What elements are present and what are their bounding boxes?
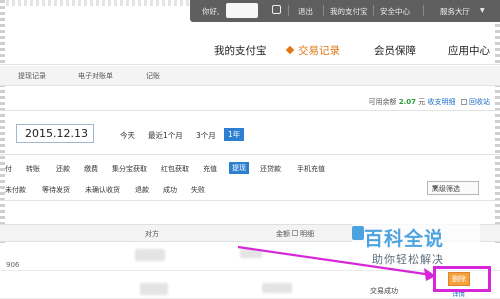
category-repayment[interactable]: 还款 — [56, 164, 70, 174]
sub-nav: 提现记录 电子对账单 记账 — [0, 66, 500, 86]
logout-link[interactable]: 退出 — [298, 6, 313, 17]
nav-member-protection[interactable]: 会员保障 — [374, 43, 416, 58]
nav-app-center[interactable]: 应用中心 — [448, 43, 490, 58]
baike-watermark: 百科全说 助你轻松解决 — [352, 222, 480, 270]
message-icon[interactable] — [272, 5, 281, 14]
range-1-year[interactable]: 1年 — [224, 128, 245, 141]
chevron-down-icon: ▼ — [480, 7, 485, 14]
table-row[interactable]: 交易成功 — [0, 271, 500, 299]
status-awaiting-shipment[interactable]: 等待发货 — [42, 185, 70, 195]
category-recharge[interactable]: 充值 — [203, 164, 217, 174]
category-mobile-recharge[interactable]: 手机充值 — [297, 164, 325, 174]
nav-my-alipay[interactable]: 我的支付宝 — [214, 43, 267, 58]
balance-amount: 2.07 — [398, 98, 417, 106]
range-today[interactable]: 今天 — [120, 130, 135, 141]
top-utility-bar: 你好, 退出 我的支付宝 安全中心 服务大厅 ▼ — [190, 0, 500, 22]
header-detail: 明细 — [300, 230, 314, 238]
category-red-packet[interactable]: 红包获取 — [161, 164, 189, 174]
watermark-subtitle: 助你轻松解决 — [372, 253, 444, 266]
date-value: 2015.12.13 — [25, 127, 88, 140]
row-status: 交易成功 — [370, 287, 398, 295]
sort-icon[interactable] — [292, 230, 298, 236]
date-input[interactable]: 2015.12.13 — [16, 124, 94, 143]
status-failed[interactable]: 失败 — [191, 185, 205, 195]
greeting-text: 你好, — [202, 7, 220, 16]
status-unconfirmed-receipt[interactable]: 未确认收货 — [85, 185, 120, 195]
subnav-e-statement[interactable]: 电子对账单 — [78, 71, 113, 81]
balance-unit: 元 — [418, 98, 426, 106]
nav-divider — [0, 64, 500, 65]
blurred-amount — [262, 283, 292, 293]
my-alipay-link[interactable]: 我的支付宝 — [330, 6, 368, 17]
advanced-filter-dropdown[interactable]: 高级筛选 — [427, 181, 479, 195]
header-amount: 金额 — [276, 230, 290, 238]
range-3-months[interactable]: 3个月 — [196, 130, 216, 141]
header-counterparty: 对方 — [145, 230, 159, 238]
blurred-counterparty — [135, 249, 165, 261]
masked-username — [226, 3, 258, 18]
status-refund[interactable]: 退款 — [135, 185, 149, 195]
balance-line: 可用余额 2.07 元 收支明细 回收站 — [369, 97, 490, 107]
range-1-month[interactable]: 最近1个月 — [148, 130, 183, 141]
status-unpaid-partial[interactable]: 未 — [5, 185, 12, 195]
category-withdraw[interactable]: 提现 — [229, 162, 249, 174]
subnav-bookkeeping[interactable]: 记账 — [146, 71, 160, 81]
balance-label: 可用余额 — [368, 98, 397, 106]
subnav-withdraw-records[interactable]: 提现记录 — [18, 71, 46, 81]
chevron-down-icon — [432, 186, 438, 190]
active-nav-diamond-icon — [285, 45, 295, 55]
category-loan-repayment[interactable]: 还贷款 — [260, 164, 281, 174]
highlight-box — [433, 266, 491, 292]
income-expense-link[interactable]: 收支明细 — [428, 98, 456, 106]
category-jifenbao[interactable]: 集分宝获取 — [112, 164, 147, 174]
row-id-tail: 906 — [6, 261, 20, 269]
recycle-bin-link[interactable]: 回收站 — [469, 98, 490, 106]
status-payment[interactable]: 付款 — [12, 185, 26, 195]
watermark-title: 百科全说 — [364, 228, 445, 250]
watermark-logo-icon — [352, 226, 364, 240]
category-bill-payment[interactable]: 缴费 — [84, 164, 98, 174]
service-hall-link[interactable]: 服务大厅 — [440, 6, 470, 17]
security-center-link[interactable]: 安全中心 — [380, 6, 410, 17]
main-nav: 我的支付宝 交易记录 会员保障 应用中心 — [0, 36, 500, 66]
blurred-amount — [240, 249, 262, 258]
nav-transaction-records[interactable]: 交易记录 — [298, 43, 340, 58]
recycle-bin-icon — [460, 99, 467, 105]
status-success[interactable]: 成功 — [163, 185, 177, 195]
blurred-counterparty — [140, 283, 168, 295]
category-payment-partial[interactable]: 付 — [5, 164, 12, 174]
category-transfer[interactable]: 转账 — [26, 164, 40, 174]
